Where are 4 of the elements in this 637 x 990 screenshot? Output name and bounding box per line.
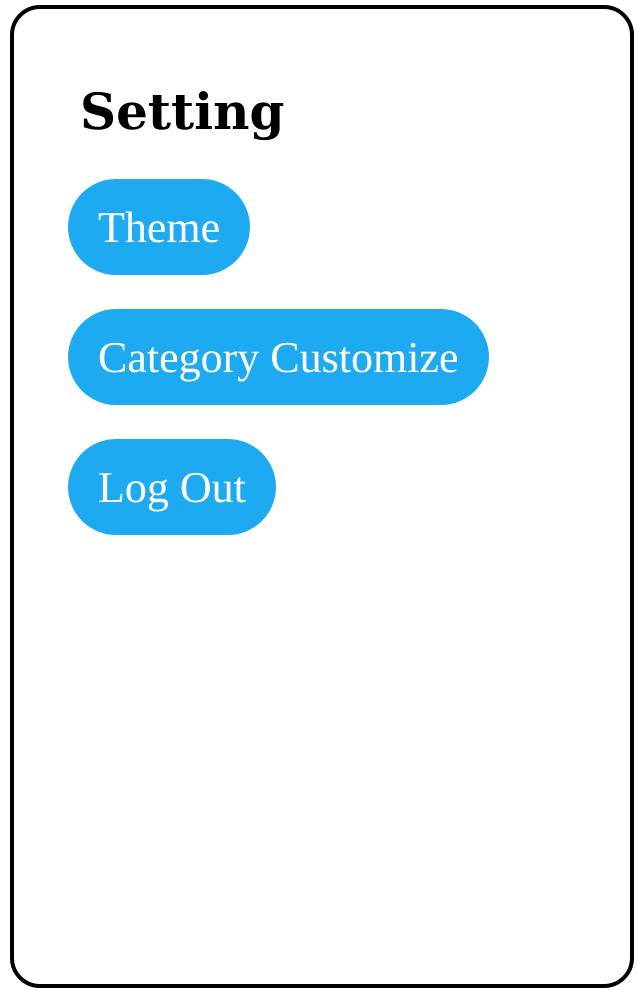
menu-button[interactable]: Category Customize [68, 309, 488, 405]
page-title: Setting [80, 81, 286, 143]
menu-button[interactable]: Theme [68, 179, 250, 275]
menu-button[interactable]: Log Out [68, 439, 276, 535]
